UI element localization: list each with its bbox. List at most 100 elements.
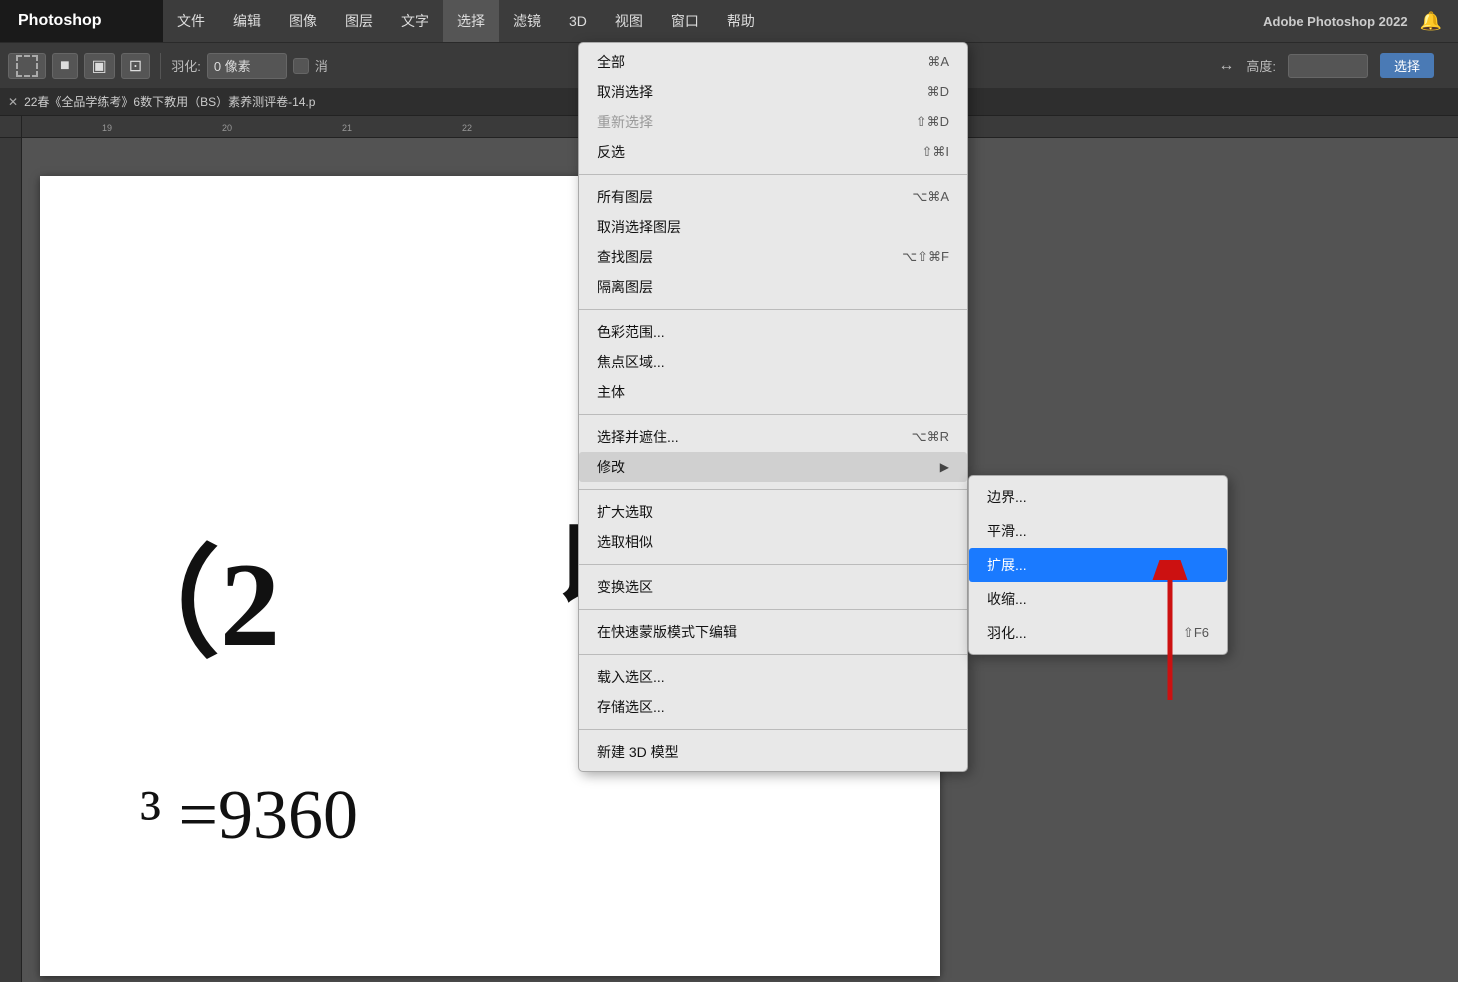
menu-item-reselect[interactable]: 重新选择 ⇧⌘D: [579, 107, 967, 137]
menu-divider-7: [579, 654, 967, 655]
menubar-item-3d[interactable]: 3D: [555, 0, 601, 42]
menu-section-5: 扩大选取 选取相似: [579, 493, 967, 561]
menu-item-reselect-label: 重新选择: [597, 112, 653, 132]
anti-alias-checkbox[interactable]: [293, 58, 309, 74]
submenu-item-expand-label: 扩展...: [987, 555, 1027, 575]
submenu-item-border[interactable]: 边界...: [969, 480, 1227, 514]
menu-item-find-layers-label: 查找图层: [597, 247, 653, 267]
menu-item-focus-area[interactable]: 焦点区域...: [579, 347, 967, 377]
height-label: 高度:: [1246, 56, 1276, 75]
menu-section-1: 全部 ⌘A 取消选择 ⌘D 重新选择 ⇧⌘D 反选 ⇧⌘I: [579, 43, 967, 171]
menubar-item-type[interactable]: 文字: [387, 0, 443, 42]
header-right: Adobe Photoshop 2022 🔔: [1263, 11, 1458, 32]
app-name: Photoshop: [0, 0, 163, 42]
submenu-section: 边界... 平滑... 扩展... 收缩... 羽化... ⇧F6: [969, 476, 1227, 654]
selection-rect-icon: [16, 55, 38, 77]
menubar-item-edit[interactable]: 编辑: [219, 0, 275, 42]
menu-item-all-layers-shortcut: ⌥⌘A: [912, 189, 949, 205]
submenu-item-feather[interactable]: 羽化... ⇧F6: [969, 616, 1227, 650]
menu-item-reselect-shortcut: ⇧⌘D: [916, 114, 949, 130]
menu-item-grow[interactable]: 扩大选取: [579, 497, 967, 527]
ruler-num-21: 21: [342, 123, 352, 133]
menu-item-color-range-label: 色彩范围...: [597, 322, 665, 342]
submenu-item-border-label: 边界...: [987, 487, 1027, 507]
tool-mode-btn2[interactable]: ▣: [84, 53, 115, 79]
menubar: Photoshop 文件 编辑 图像 图层 文字 选择 滤镜 3D 视图 窗口 …: [0, 0, 1458, 42]
toolbar-right: ↔ 高度: 选择: [1218, 53, 1450, 78]
menubar-item-view[interactable]: 视图: [601, 0, 657, 42]
menu-item-save-selection[interactable]: 存储选区...: [579, 692, 967, 722]
menu-divider-2: [579, 309, 967, 310]
feather-label: 羽化:: [171, 56, 201, 75]
menu-section-2: 所有图层 ⌥⌘A 取消选择图层 查找图层 ⌥⇧⌘F 隔离图层: [579, 178, 967, 306]
feather-input[interactable]: [207, 53, 287, 79]
menubar-item-window[interactable]: 窗口: [657, 0, 713, 42]
clear-label: 消: [315, 56, 328, 75]
doc-text-formula: ³ =9360: [140, 776, 358, 856]
menu-item-load-selection[interactable]: 载入选区...: [579, 662, 967, 692]
menubar-item-file[interactable]: 文件: [163, 0, 219, 42]
menu-item-all-layers[interactable]: 所有图层 ⌥⌘A: [579, 182, 967, 212]
toolbar-separator: [160, 53, 161, 79]
menu-item-inverse[interactable]: 反选 ⇧⌘I: [579, 137, 967, 167]
menu-item-select-mask-shortcut: ⌥⌘R: [912, 429, 949, 445]
menu-divider-4: [579, 489, 967, 490]
submenu-item-contract[interactable]: 收缩...: [969, 582, 1227, 616]
menu-item-modify[interactable]: 修改 ▶: [579, 452, 967, 482]
menu-item-modify-label: 修改: [597, 457, 625, 477]
tool-mode-btn3[interactable]: ⊡: [121, 53, 150, 79]
menu-item-focus-area-label: 焦点区域...: [597, 352, 665, 372]
menu-divider-1: [579, 174, 967, 175]
menu-divider-6: [579, 609, 967, 610]
arrow-icon: ↔: [1218, 57, 1234, 75]
menu-item-all-layers-label: 所有图层: [597, 187, 653, 207]
menu-item-quickmask[interactable]: 在快速蒙版模式下编辑: [579, 617, 967, 647]
submenu-item-expand[interactable]: 扩展...: [969, 548, 1227, 582]
menu-item-subject-label: 主体: [597, 382, 625, 402]
submenu-item-contract-label: 收缩...: [987, 589, 1027, 609]
tab-close-icon[interactable]: ✕: [8, 95, 18, 109]
menu-item-deselect[interactable]: 取消选择 ⌘D: [579, 77, 967, 107]
menubar-item-select[interactable]: 选择: [443, 0, 499, 42]
ruler-num-22: 22: [462, 123, 472, 133]
notification-bell-icon[interactable]: 🔔: [1420, 11, 1442, 32]
menu-item-save-selection-label: 存储选区...: [597, 697, 665, 717]
tool-mode-btn1[interactable]: ■: [52, 53, 78, 79]
menubar-item-image[interactable]: 图像: [275, 0, 331, 42]
menubar-item-help[interactable]: 帮助: [713, 0, 769, 42]
ruler-num-20: 20: [222, 123, 232, 133]
submenu-item-smooth[interactable]: 平滑...: [969, 514, 1227, 548]
menu-item-subject[interactable]: 主体: [579, 377, 967, 407]
menu-item-inverse-label: 反选: [597, 142, 625, 162]
height-input[interactable]: [1288, 54, 1368, 78]
menu-item-isolate-layers[interactable]: 隔离图层: [579, 272, 967, 302]
menu-item-similar[interactable]: 选取相似: [579, 527, 967, 557]
doc-text-paren: （2: [100, 506, 280, 680]
menubar-items: 文件 编辑 图像 图层 文字 选择 滤镜 3D 视图 窗口 帮助: [163, 0, 769, 42]
modify-submenu: 边界... 平滑... 扩展... 收缩... 羽化... ⇧F6: [968, 475, 1228, 655]
ruler-corner: [0, 116, 22, 138]
menu-item-transform-label: 变换选区: [597, 577, 653, 597]
select-button[interactable]: 选择: [1380, 53, 1434, 78]
menu-item-similar-label: 选取相似: [597, 532, 653, 552]
menu-section-7: 在快速蒙版模式下编辑: [579, 613, 967, 651]
modify-arrow-icon: ▶: [940, 460, 949, 474]
menu-item-all-label: 全部: [597, 52, 625, 72]
menu-item-find-layers[interactable]: 查找图层 ⌥⇧⌘F: [579, 242, 967, 272]
menu-item-color-range[interactable]: 色彩范围...: [579, 317, 967, 347]
menubar-item-filter[interactable]: 滤镜: [499, 0, 555, 42]
tab-title: 22春《全品学练考》6数下教用（BS）素养测评卷-14.p: [24, 93, 315, 110]
menu-divider-3: [579, 414, 967, 415]
selection-tool-button[interactable]: [8, 53, 46, 79]
menubar-item-layers[interactable]: 图层: [331, 0, 387, 42]
menu-item-transform[interactable]: 变换选区: [579, 572, 967, 602]
ruler-vertical: [0, 138, 22, 982]
menu-item-deselect-layers-label: 取消选择图层: [597, 217, 681, 237]
menu-item-new-3d[interactable]: 新建 3D 模型: [579, 737, 967, 767]
menu-item-grow-label: 扩大选取: [597, 502, 653, 522]
menu-item-select-mask[interactable]: 选择并遮住... ⌥⌘R: [579, 422, 967, 452]
menu-item-deselect-layers[interactable]: 取消选择图层: [579, 212, 967, 242]
menu-divider-5: [579, 564, 967, 565]
menu-item-all[interactable]: 全部 ⌘A: [579, 47, 967, 77]
submenu-item-smooth-label: 平滑...: [987, 521, 1027, 541]
